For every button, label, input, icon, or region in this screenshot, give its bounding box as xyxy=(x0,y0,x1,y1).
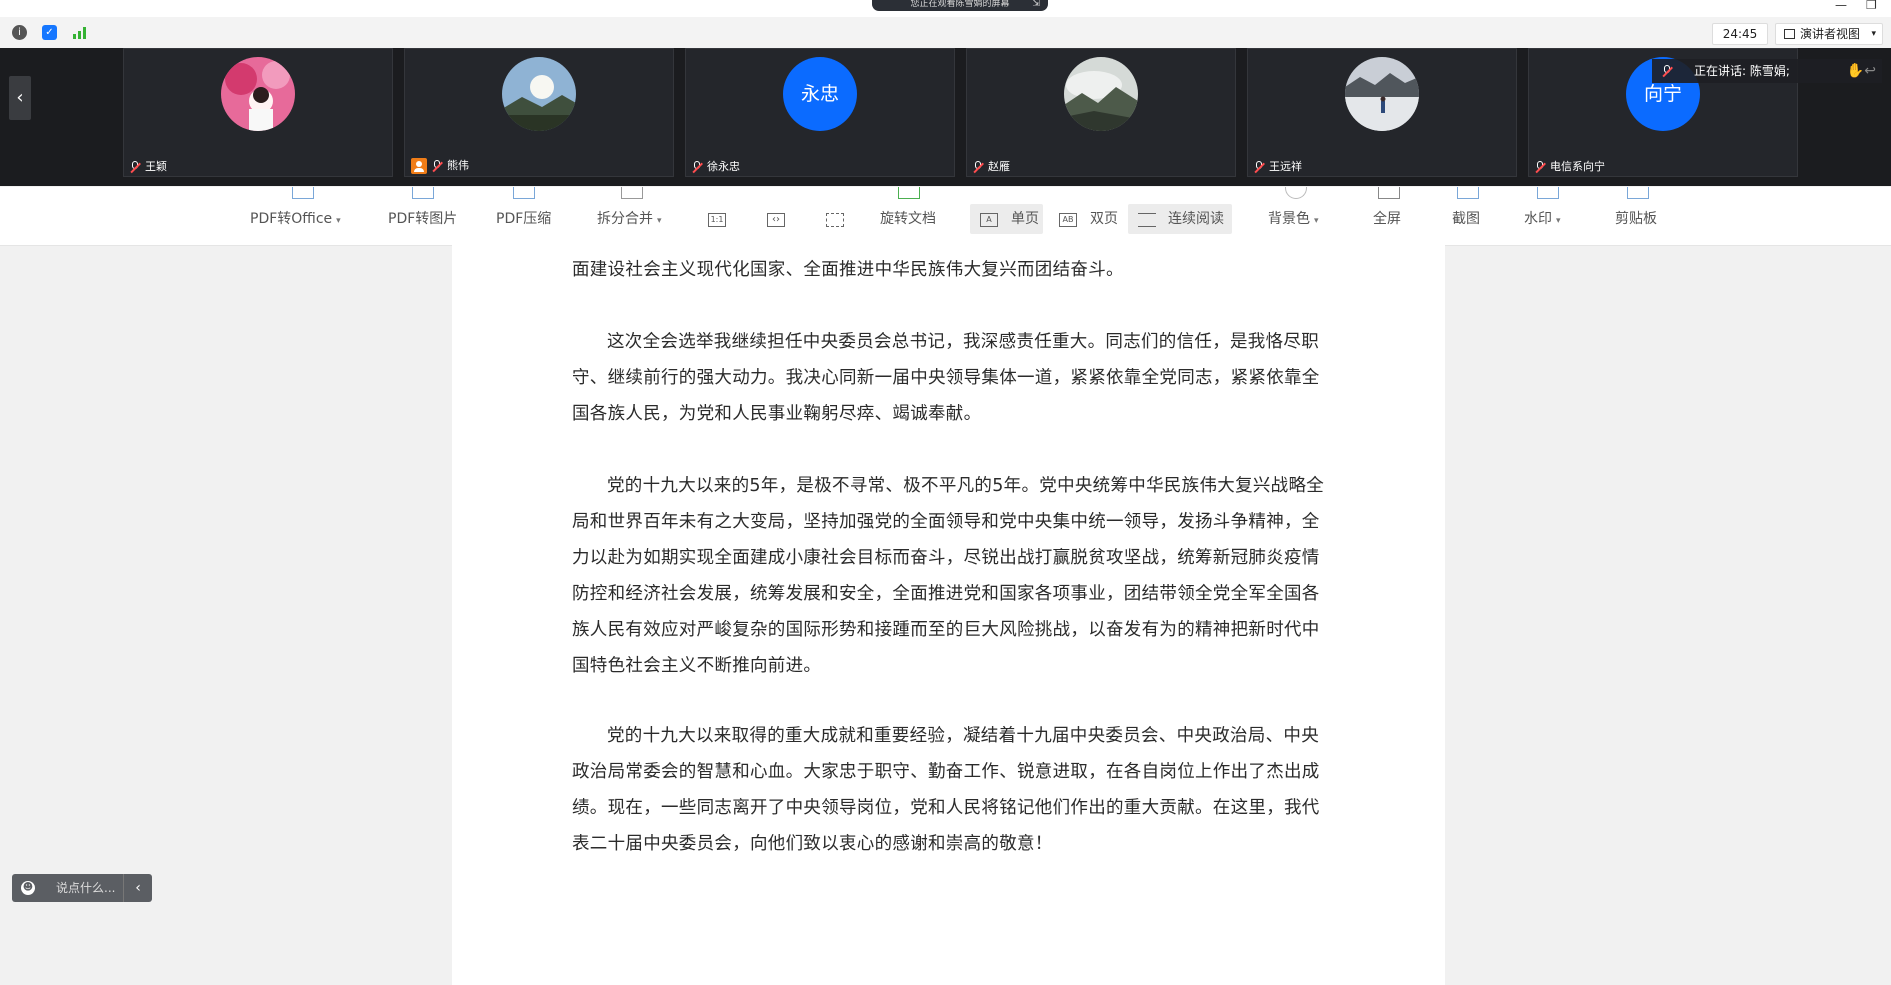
mic-muted-icon xyxy=(1662,65,1672,77)
fullscreen-icon xyxy=(1378,187,1400,199)
chat-placeholder: 说点什么... xyxy=(56,881,116,895)
clipboard-icon xyxy=(1627,187,1649,199)
mic-muted-icon xyxy=(1254,161,1264,173)
fit-width-button[interactable]: ‹› xyxy=(767,213,785,227)
chevron-down-icon: ▾ xyxy=(657,216,662,226)
chevron-left-icon: ‹ xyxy=(135,880,141,896)
pdf-to-office-button[interactable]: PDF转Office ▾ xyxy=(250,211,341,229)
pdf-compress-icon xyxy=(513,187,535,199)
participant-strip: ‹ 王颖 熊伟 永忠 徐永忠 赵雁 王远祥 向宁 电信系向宁 正在讲话: 陈雪娟… xyxy=(0,48,1891,186)
chevron-down-icon: ▾ xyxy=(336,216,341,226)
document-paragraph: 党的十九大以来的5年，是极不寻常、极不平凡的5年。党中央统筹中华民族伟大复兴战略… xyxy=(572,476,1325,676)
participant-name: 王远祥 xyxy=(1254,160,1302,174)
minimize-button[interactable]: — xyxy=(1835,0,1847,11)
double-page-icon: AB xyxy=(1059,213,1077,227)
chat-input-box[interactable]: ☻ 说点什么... ‹ xyxy=(12,874,152,902)
participant-tile[interactable]: 熊伟 xyxy=(404,48,674,177)
participant-name: 徐永忠 xyxy=(692,160,740,174)
document-paragraph: 党的十九大以来取得的重大成就和重要经验，凝结着十九届中央委员会、中央政治局、中央… xyxy=(572,726,1320,854)
avatar xyxy=(1345,57,1419,131)
mic-muted-icon xyxy=(1535,161,1545,173)
pdf-to-image-icon xyxy=(412,187,434,199)
participant-name: 电信系向宁 xyxy=(1535,160,1605,174)
meeting-status-bar: i ✓ 24:45 演讲者视图 ▾ xyxy=(0,17,1891,49)
chevron-down-icon: ▾ xyxy=(1556,216,1561,226)
split-merge-icon xyxy=(621,187,643,199)
security-shield-icon[interactable]: ✓ xyxy=(42,25,57,40)
screenshot-icon xyxy=(1457,187,1479,199)
pdf-to-office-icon xyxy=(292,187,314,199)
background-color-button[interactable]: 背景色 ▾ xyxy=(1268,211,1319,229)
rotate-icon xyxy=(898,187,920,199)
document-paragraph: 这次全会选举我继续担任中央委员会总书记，我深感责任重大。同志们的信任，是我恪尽职… xyxy=(572,332,1320,424)
pdf-compress-button[interactable]: PDF压缩 xyxy=(496,211,551,227)
continuous-read-icon xyxy=(1138,213,1156,227)
avatar xyxy=(1064,57,1138,131)
view-mode-dropdown[interactable]: 演讲者视图 ▾ xyxy=(1775,23,1883,45)
participant-tile[interactable]: 王远祥 xyxy=(1247,48,1517,177)
actual-size-button[interactable]: 1:1 xyxy=(708,213,726,227)
screenshot-button[interactable]: 截图 xyxy=(1452,211,1480,227)
mic-muted-icon xyxy=(692,161,702,173)
pdf-to-image-button[interactable]: PDF转图片 xyxy=(388,211,457,227)
strip-prev-button[interactable]: ‹ xyxy=(9,76,31,120)
share-notice-text: 您正在观看陈雪娟的屏幕 xyxy=(910,0,1010,9)
watermark-button[interactable]: 水印 ▾ xyxy=(1524,211,1561,229)
participant-name: 赵雁 xyxy=(973,160,1010,174)
participant-name: 熊伟 xyxy=(411,158,469,174)
active-speaker-label: 正在讲话: 陈雪娟; xyxy=(1694,64,1790,78)
fit-page-button[interactable] xyxy=(826,213,844,227)
mic-muted-icon xyxy=(973,161,983,173)
title-bar: 您正在观看陈雪娟的屏幕 ⇲ — ❐ xyxy=(0,0,1891,17)
background-color-icon xyxy=(1285,187,1307,199)
camera-user-icon xyxy=(411,158,427,174)
avatar: 永忠 xyxy=(783,57,857,131)
fit-width-icon: ‹› xyxy=(772,214,780,225)
emoji-icon[interactable]: ☻ xyxy=(21,881,35,895)
rotate-doc-button[interactable]: 旋转文档 xyxy=(880,211,936,227)
split-merge-button[interactable]: 拆分合并 ▾ xyxy=(597,211,662,229)
screen-share-notice[interactable]: 您正在观看陈雪娟的屏幕 ⇲ xyxy=(872,0,1048,11)
layout-icon xyxy=(1784,29,1795,39)
raise-hand-icon[interactable]: ✋↩ xyxy=(1847,59,1876,83)
restore-button[interactable]: ❐ xyxy=(1866,0,1877,11)
participant-tile[interactable]: 王颖 xyxy=(123,48,393,177)
single-page-icon: A xyxy=(980,213,998,227)
chevron-down-icon: ▾ xyxy=(1871,29,1876,39)
watermark-icon xyxy=(1537,187,1559,199)
chevron-down-icon: ▾ xyxy=(1314,216,1319,226)
mic-muted-icon xyxy=(130,161,140,173)
participant-tile[interactable]: 永忠 徐永忠 xyxy=(685,48,955,177)
signal-strength-icon[interactable] xyxy=(72,25,87,40)
exit-share-icon[interactable]: ⇲ xyxy=(1032,0,1040,9)
continuous-read-button[interactable]: 连续阅读 xyxy=(1168,211,1224,227)
single-page-button[interactable]: 单页 xyxy=(1011,211,1039,227)
mic-muted-icon xyxy=(432,160,442,172)
pdf-toolbar: PDF转Office ▾ PDF转图片 PDF压缩 拆分合并 ▾ 1:1 ‹› 旋转… xyxy=(0,187,1891,246)
clipboard-button[interactable]: 剪贴板 xyxy=(1615,211,1657,227)
avatar xyxy=(221,57,295,131)
participant-name: 王颖 xyxy=(130,160,167,174)
collapse-chat-button[interactable]: ‹ xyxy=(123,874,152,902)
view-mode-label: 演讲者视图 xyxy=(1800,27,1861,41)
participant-tile[interactable]: 赵雁 xyxy=(966,48,1236,177)
fullscreen-button[interactable]: 全屏 xyxy=(1373,211,1401,227)
double-page-button[interactable]: 双页 xyxy=(1090,211,1118,227)
document-paragraph: 面建设社会主义现代化国家、全面推进中华民族伟大复兴而团结奋斗。 xyxy=(572,260,1124,280)
avatar xyxy=(502,57,576,131)
info-icon[interactable]: i xyxy=(12,25,27,40)
active-speaker-banner: 正在讲话: 陈雪娟; ✋↩ xyxy=(1652,59,1882,83)
meeting-timer: 24:45 xyxy=(1712,23,1768,45)
